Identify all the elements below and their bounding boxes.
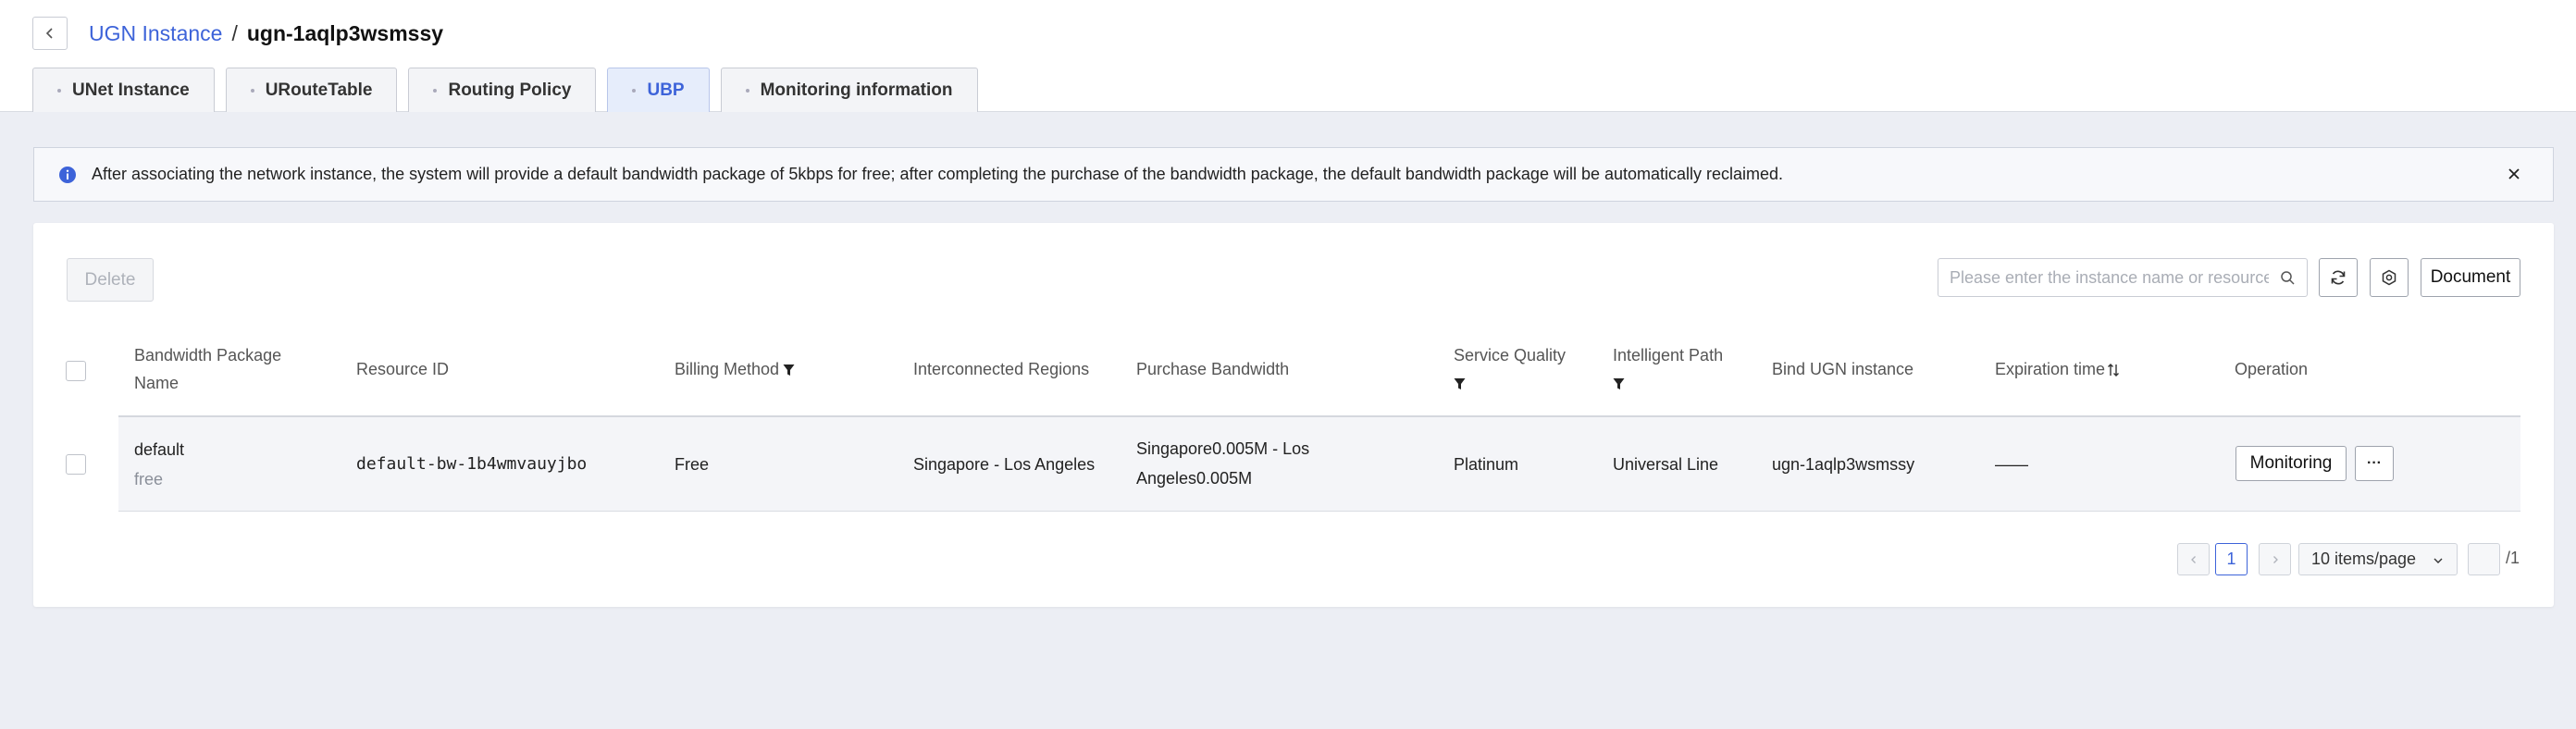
bandwidth-line1: Singapore0.005M - Los (1136, 439, 1310, 458)
header-expiration-time[interactable]: Expiration time (1995, 355, 2120, 383)
cell-name: default free (134, 435, 184, 494)
tab-uroutetable[interactable]: URouteTable (225, 68, 398, 112)
cell-billing-method: Free (675, 455, 710, 474)
tab-label: Monitoring information (760, 80, 953, 100)
more-icon: ··· (2367, 455, 2382, 471)
chevron-right-icon (2273, 555, 2278, 563)
info-icon (59, 166, 76, 183)
header-expiration-label: Expiration time (1995, 360, 2106, 378)
header-quality-label: Service Quality (1454, 346, 1567, 364)
header-purchase-bandwidth: Purchase Bandwidth (1136, 360, 1290, 378)
refresh-button[interactable] (2319, 258, 2358, 297)
sort-icon[interactable] (2107, 363, 2120, 377)
refresh-icon (2331, 270, 2346, 285)
tab-ubp[interactable]: UBP (607, 68, 710, 112)
gear-icon (2382, 269, 2396, 286)
breadcrumb-separator: / (231, 20, 238, 45)
cell-intelligent-path: Universal Line (1613, 455, 1719, 474)
more-actions-button[interactable]: ··· (2355, 446, 2394, 481)
header-operation: Operation (2235, 360, 2309, 378)
search-input[interactable] (1950, 267, 2269, 288)
tab-monitoring-information[interactable]: Monitoring information (720, 68, 978, 112)
tab-label: URouteTable (265, 80, 373, 100)
document-button[interactable]: Document (2421, 258, 2520, 297)
package-name-sub: free (134, 470, 164, 488)
header-bar: UGN Instance / ugn-1aqlp3wsmssy UNet Ins… (0, 0, 2576, 112)
search-box (1938, 258, 2308, 297)
header-name-line1: Bandwidth Package (134, 346, 282, 364)
tab-label: UNet Instance (72, 80, 190, 100)
table-header: Bandwidth Package Name Resource ID Billi… (66, 325, 2520, 417)
package-name: default (134, 440, 185, 459)
filter-icon[interactable] (783, 364, 795, 377)
cell-service-quality: Platinum (1454, 455, 1519, 474)
chevron-down-icon (2434, 558, 2443, 563)
header-name-line2: Name (134, 374, 180, 392)
search-icon[interactable] (2280, 270, 2296, 286)
tab-dot (57, 88, 61, 93)
cell-bind-ugn-instance: ugn-1aqlp3wsmssy (1772, 455, 1915, 474)
page-total: /1 (2506, 549, 2520, 567)
page-number-current[interactable]: 1 (2215, 543, 2248, 575)
header-service-quality[interactable]: Service Quality (1454, 341, 1566, 397)
page-size-value: 10 items/page (2311, 550, 2417, 568)
filter-icon[interactable] (1613, 377, 1625, 390)
ubp-table: Bandwidth Package Name Resource ID Billi… (33, 325, 2554, 512)
breadcrumb-current: ugn-1aqlp3wsmssy (246, 20, 444, 45)
bandwidth-line2: Angeles0.005M (1136, 469, 1253, 488)
delete-button[interactable]: Delete (67, 258, 154, 302)
header-bandwidth-package-name: Bandwidth Package Name (134, 341, 281, 397)
tab-dot (745, 88, 749, 93)
close-icon[interactable] (2505, 165, 2523, 183)
tab-label: Routing Policy (448, 80, 572, 100)
breadcrumb: UGN Instance / ugn-1aqlp3wsmssy (89, 19, 443, 47)
tab-unet-instance[interactable]: UNet Instance (32, 68, 215, 112)
cell-purchase-bandwidth: Singapore0.005M - Los Angeles0.005M (1136, 434, 1309, 493)
monitoring-button[interactable]: Monitoring (2235, 446, 2347, 481)
page-size-select[interactable]: 10 items/page (2298, 543, 2458, 575)
tab-dot (632, 88, 637, 93)
header-billing-label: Billing Method (675, 360, 780, 378)
ubp-list-card: Delete Document Bandwidth Package Name (33, 223, 2554, 607)
header-path-label: Intelligent Path (1613, 346, 1724, 364)
tab-dot (433, 88, 438, 93)
notice-banner: After associating the network instance, … (33, 147, 2554, 202)
header-bind-ugn-instance: Bind UGN instance (1772, 360, 1914, 378)
select-all-checkbox[interactable] (66, 361, 86, 381)
tab-dot (250, 88, 254, 93)
prev-page-button[interactable] (2177, 543, 2210, 575)
cell-expiration-time: —— (1995, 455, 2028, 474)
next-page-button[interactable] (2259, 543, 2291, 575)
tab-label: UBP (647, 80, 685, 100)
back-button[interactable] (32, 17, 68, 50)
header-billing-method[interactable]: Billing Method (675, 355, 795, 383)
settings-button[interactable] (2370, 258, 2409, 297)
chevron-left-icon (2190, 555, 2196, 563)
breadcrumb-link-ugn-instance[interactable]: UGN Instance (89, 21, 222, 46)
cell-resource-id: default-bw-1b4wmvauyjbo (356, 454, 588, 474)
notice-text: After associating the network instance, … (92, 165, 1784, 183)
chevron-left-icon (45, 28, 53, 39)
page-jump-input[interactable] (2468, 543, 2500, 575)
header-interconnected-regions: Interconnected Regions (913, 360, 1090, 378)
header-resource-id: Resource ID (356, 360, 450, 378)
filter-icon[interactable] (1454, 377, 1466, 390)
tab-routing-policy[interactable]: Routing Policy (408, 68, 597, 112)
header-intelligent-path[interactable]: Intelligent Path (1613, 341, 1723, 397)
cell-interconnected-regions: Singapore - Los Angeles (913, 455, 1096, 474)
table-row: default free default-bw-1b4wmvauyjbo Fre… (66, 417, 2520, 512)
tab-bar: UNet Instance URouteTable Routing Policy… (32, 68, 989, 112)
row-checkbox[interactable] (66, 454, 86, 475)
